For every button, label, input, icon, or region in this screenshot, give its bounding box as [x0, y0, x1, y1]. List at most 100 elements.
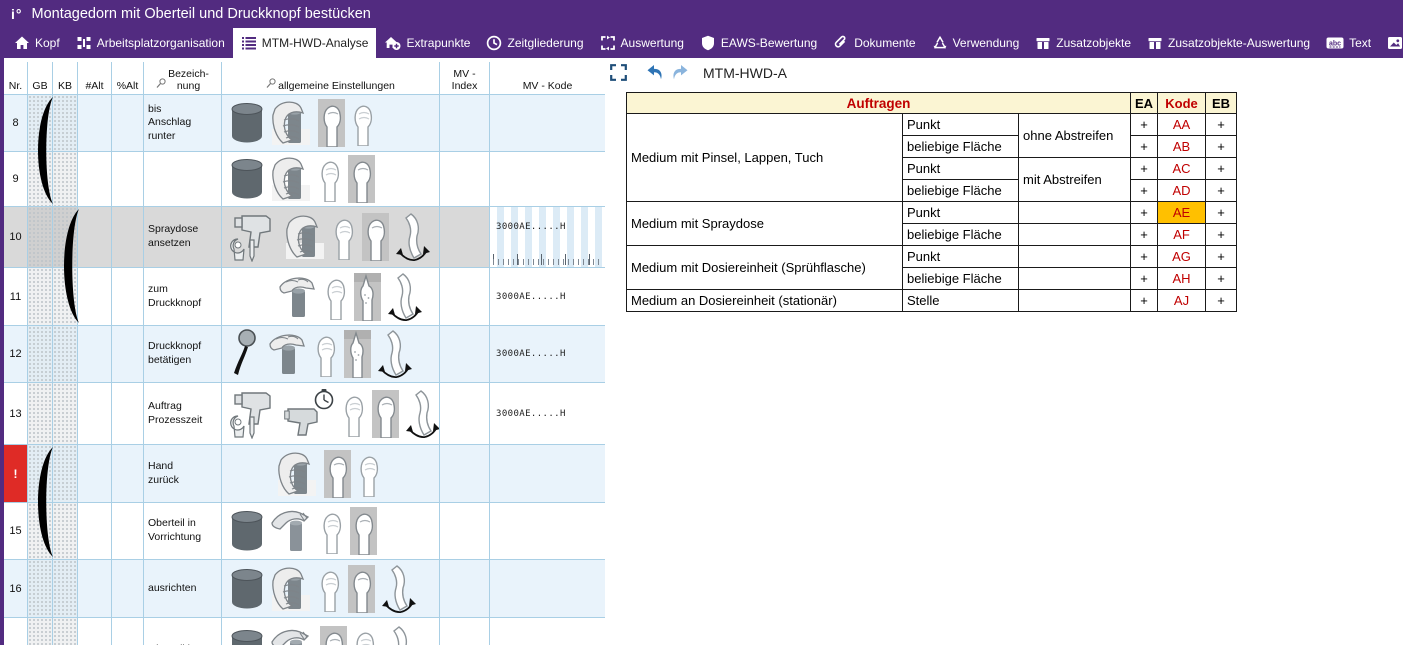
- tab-verwendung[interactable]: Verwendung: [924, 28, 1028, 58]
- alt-count-cell: [78, 95, 112, 151]
- hwd-group-cell: Medium mit Dosiereinheit (Sprühflasche): [627, 246, 903, 290]
- analysis-row-8[interactable]: 8bis Anschlag runter: [4, 95, 605, 152]
- window-title: Montagedorn mit Oberteil und Druckknopf …: [32, 6, 371, 22]
- blank-icon: [230, 473, 270, 475]
- cylinder-icon: [230, 627, 264, 645]
- hwd-eb-cell[interactable]: +: [1206, 224, 1237, 246]
- house-plus-icon: [384, 35, 401, 51]
- hwd-code-cell-AH[interactable]: AH: [1158, 268, 1206, 290]
- hwd-eb-cell[interactable]: +: [1206, 290, 1237, 312]
- hwd-ea-cell[interactable]: +: [1131, 180, 1158, 202]
- hwd-eb-cell[interactable]: +: [1206, 158, 1237, 180]
- tab-label: EAWS-Bewertung: [721, 36, 817, 50]
- row-label: Auftrag Prozesszeit: [144, 383, 222, 444]
- hwd-ea-cell[interactable]: +: [1131, 224, 1158, 246]
- finger-panel-icon: [344, 330, 371, 378]
- hwd-eb-cell[interactable]: +: [1206, 180, 1237, 202]
- hand-active-panel-icon: [350, 507, 377, 555]
- mv-index-cell: [440, 326, 490, 382]
- analysis-row-11[interactable]: 11zum Druckknopf3000AE.....H: [4, 268, 605, 326]
- settings-icons-cell: [222, 95, 440, 151]
- hwd-code-cell-AC[interactable]: AC: [1158, 158, 1206, 180]
- hwd-eb-cell[interactable]: +: [1206, 136, 1237, 158]
- hwd-code-cell-AG[interactable]: AG: [1158, 246, 1206, 268]
- analysis-row-10[interactable]: 10Spraydose ansetzen3000AE.....H: [4, 207, 605, 268]
- hwd-ea-cell[interactable]: +: [1131, 246, 1158, 268]
- window-left-border: [0, 0, 4, 645]
- hwd-ea-cell[interactable]: +: [1131, 202, 1158, 224]
- tab-mtm-hwd-analyse[interactable]: MTM-HWD-Analyse: [233, 28, 377, 58]
- blank-icon: [230, 296, 270, 298]
- hwd-eb-cell[interactable]: +: [1206, 202, 1237, 224]
- grasp-hand-icon: [276, 450, 318, 498]
- hwd-code-cell-AJ[interactable]: AJ: [1158, 290, 1206, 312]
- tab-extrapunkte[interactable]: Extrapunkte: [376, 28, 478, 58]
- title-bar: i° Montagedorn mit Oberteil und Druckkno…: [0, 0, 1403, 28]
- analysis-row-13[interactable]: 13Auftrag Prozesszeit3000AE.....H: [4, 383, 605, 445]
- kb-cell: [53, 95, 78, 151]
- analysis-row-14[interactable]: !Hand zurück: [4, 445, 605, 503]
- col-header-gb: GB: [28, 62, 53, 94]
- tools-icon: [230, 212, 278, 262]
- analysis-row-16[interactable]: 16ausrichten: [4, 560, 605, 618]
- tab-dokumente[interactable]: Dokumente: [825, 28, 923, 58]
- row-label: Oberteil in: [144, 618, 222, 645]
- grasp-hand-icon: [270, 155, 312, 203]
- undo-icon[interactable]: [646, 65, 664, 80]
- hand-inactive-icon: [324, 274, 348, 320]
- expand-selection-icon[interactable]: [610, 64, 627, 81]
- mv-kode-text: 3000AE.....H: [496, 349, 566, 359]
- mv-kode-cell: [490, 95, 605, 151]
- redo-icon[interactable]: [671, 65, 689, 80]
- tab-bild[interactable]: Bild: [1379, 28, 1403, 58]
- alt-percent-cell: [112, 326, 144, 382]
- tab-label: Zusatzobjekte: [1056, 36, 1131, 50]
- hwd-ea-cell[interactable]: +: [1131, 158, 1158, 180]
- hwd-code-cell-AD[interactable]: AD: [1158, 180, 1206, 202]
- col-header-bezeichnung: Bezeich- nung: [144, 62, 222, 94]
- hwd-eb-cell[interactable]: +: [1206, 114, 1237, 136]
- hwd-target-cell: beliebige Fläche: [903, 268, 1019, 290]
- hwd-code-cell-AB[interactable]: AB: [1158, 136, 1206, 158]
- cylinder-icon: [230, 156, 264, 202]
- alt-percent-cell: [112, 152, 144, 206]
- hwd-eb-cell[interactable]: +: [1206, 268, 1237, 290]
- mv-kode-cell: [490, 503, 605, 559]
- analysis-row-17[interactable]: 17Oberteil in: [4, 618, 605, 645]
- row-number: 9: [4, 152, 28, 206]
- mv-kode-cell: 3000AE.....H: [490, 268, 605, 325]
- hwd-eb-cell[interactable]: +: [1206, 246, 1237, 268]
- hand-active-panel-icon: [362, 213, 389, 261]
- tab-zusatzobjekte[interactable]: Zusatzobjekte: [1027, 28, 1139, 58]
- hand-inactive-icon: [314, 331, 338, 377]
- hwd-ea-cell[interactable]: +: [1131, 268, 1158, 290]
- analysis-row-9[interactable]: 9: [4, 152, 605, 207]
- mv-kode-text: 3000AE.....H: [496, 409, 566, 419]
- analysis-row-15[interactable]: 15Oberteil in Vorrichtung: [4, 503, 605, 560]
- mv-index-cell: [440, 95, 490, 151]
- hwd-code-cell-AF[interactable]: AF: [1158, 224, 1206, 246]
- kb-cell: [53, 326, 78, 382]
- alt-count-cell: [78, 326, 112, 382]
- hwd-ea-cell[interactable]: +: [1131, 136, 1158, 158]
- analysis-row-12[interactable]: 12Druckknopf betätigen3000AE.....H: [4, 326, 605, 383]
- hand-inactive-icon: [351, 100, 375, 146]
- tab-auswertung[interactable]: Auswertung: [592, 28, 692, 58]
- tab-zusatzobjekte-auswertung[interactable]: Zusatzobjekte-Auswertung: [1139, 28, 1318, 58]
- tab-kopf[interactable]: Kopf: [6, 28, 68, 58]
- settings-icons-cell: [222, 560, 440, 617]
- mv-kode-cell: [490, 152, 605, 206]
- tab-text[interactable]: abcText: [1318, 28, 1379, 58]
- list-icon: [241, 35, 257, 51]
- hwd-code-cell-AE[interactable]: AE: [1158, 202, 1206, 224]
- hwd-wipe-cell: ohne Abstreifen: [1019, 114, 1131, 158]
- hwd-ea-cell[interactable]: +: [1131, 290, 1158, 312]
- hwd-code-cell-AA[interactable]: AA: [1158, 114, 1206, 136]
- tab-arbeitsplatzorganisation[interactable]: Arbeitsplatzorganisation: [68, 28, 233, 58]
- grasp-hand-icon: [270, 99, 312, 147]
- tab-eaws-bewertung[interactable]: EAWS-Bewertung: [692, 28, 825, 58]
- hand-active-panel-icon: [320, 626, 347, 645]
- gb-cell: [28, 560, 53, 617]
- hwd-ea-cell[interactable]: +: [1131, 114, 1158, 136]
- tab-zeitgliederung[interactable]: Zeitgliederung: [478, 28, 591, 58]
